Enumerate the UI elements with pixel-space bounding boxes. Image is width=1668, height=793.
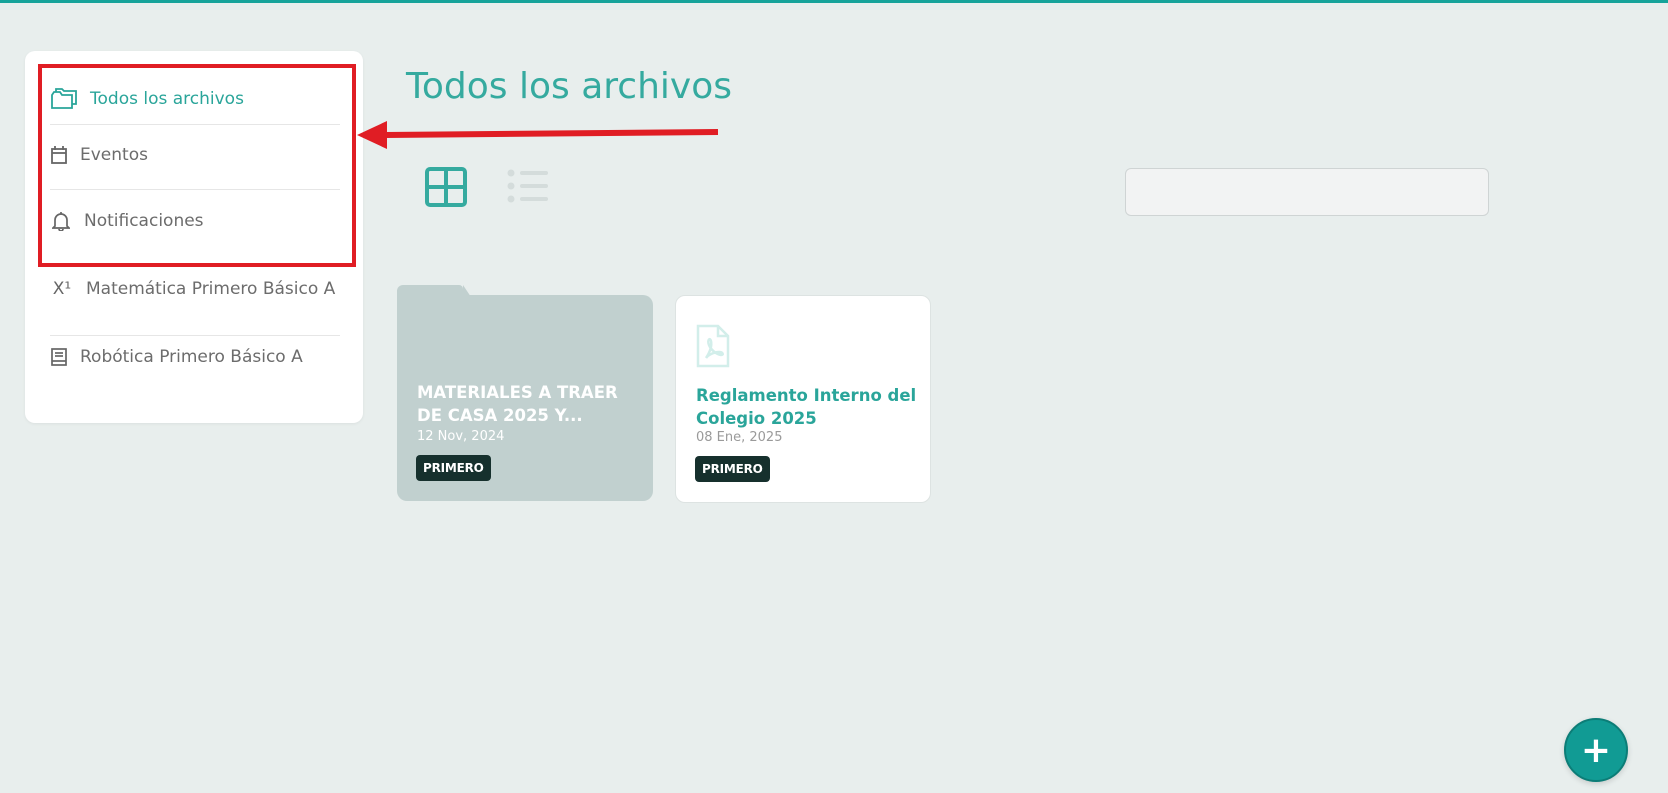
arrow-left-icon [357,121,719,149]
sidebar-item-eventos[interactable]: Eventos [50,145,340,165]
sidebar-item-todos-los-archivos[interactable]: Todos los archivos [50,87,340,111]
course-badge: PRIMERO [416,455,491,481]
sidebar-item-matematica[interactable]: X¹ Matemática Primero Básico A [50,279,340,299]
card-title: Reglamento Interno del Colegio 2025 [696,386,917,428]
grid-view-icon [425,167,467,207]
folder-card[interactable]: MATERIALES A TRAER DE CASA 2025 Y... 12 … [397,285,653,501]
sidebar-item-label: Matemática Primero Básico A [86,279,336,299]
sidebar-item-label: Notificaciones [84,211,204,231]
page-title: Todos los archivos [406,66,732,107]
file-card[interactable]: Reglamento Interno del Colegio 2025 08 E… [675,295,931,503]
folders-icon [50,87,78,111]
divider [50,335,340,336]
sidebar: Todos los archivos Eventos Notificacione… [25,51,363,423]
pdf-icon [696,324,730,372]
divider [50,189,340,190]
divider [50,124,340,125]
bell-icon [50,211,72,231]
grid-view-button[interactable] [425,167,467,211]
search-input[interactable] [1125,168,1489,216]
calendar-icon [50,146,68,164]
add-button[interactable]: + [1564,718,1628,782]
card-date: 12 Nov, 2024 [417,429,505,444]
sidebar-item-robotica[interactable]: Robótica Primero Básico A [50,347,340,367]
sidebar-item-notificaciones[interactable]: Notificaciones [50,211,340,231]
list-view-icon [507,169,548,203]
list-view-button[interactable] [506,167,550,211]
superscript-icon: X¹ [52,279,72,299]
book-icon [50,348,68,366]
card-date: 08 Ene, 2025 [696,430,783,445]
sidebar-item-label: Todos los archivos [90,89,244,109]
sidebar-item-label: Eventos [80,145,148,165]
sidebar-item-label: Robótica Primero Básico A [80,347,303,367]
course-badge: PRIMERO [695,456,770,482]
card-title: MATERIALES A TRAER DE CASA 2025 Y... [417,383,618,425]
